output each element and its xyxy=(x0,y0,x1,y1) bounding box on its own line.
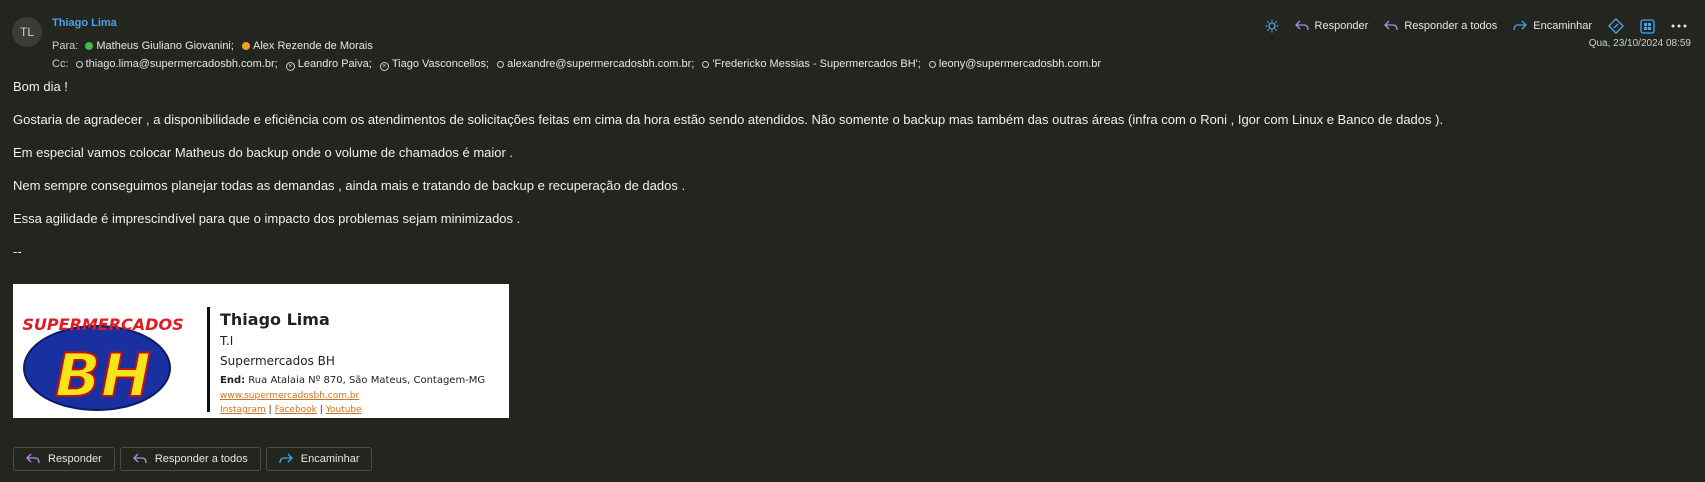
svg-text:SUPERMERCADOS: SUPERMERCADOS xyxy=(22,315,183,334)
apps-icon[interactable] xyxy=(1634,17,1661,36)
reply-icon xyxy=(1294,20,1309,31)
presence-unknown-icon xyxy=(497,61,505,68)
presence-unknown-icon xyxy=(928,61,936,68)
sender-avatar[interactable]: TL xyxy=(12,17,42,47)
cc-recipient[interactable]: 'Fredericko Messias - Supermercados BH'; xyxy=(702,58,921,70)
supermercados-bh-logo: SUPERMERCADOS BH xyxy=(22,315,183,412)
svg-text:BH: BH xyxy=(55,341,151,411)
reply-button[interactable]: Responder xyxy=(1289,18,1375,34)
to-label: Para: xyxy=(52,40,79,52)
reply-all-button[interactable]: Responder a todos xyxy=(1378,18,1503,34)
signature-website-link[interactable]: www.supermercadosbh.com.br xyxy=(220,391,359,401)
cc-recipient[interactable]: leony@supermercadosbh.com.br xyxy=(928,58,1101,70)
presence-offline-icon: × xyxy=(285,62,295,71)
forward-icon xyxy=(1513,20,1528,31)
cc-recipient[interactable]: alexandre@supermercadosbh.com.br; xyxy=(497,58,694,70)
presence-available-icon xyxy=(85,42,94,50)
more-options-icon[interactable] xyxy=(1665,22,1693,30)
signature-social-links: Instagram | Facebook | Youtube xyxy=(220,405,362,415)
signature-separator: -- xyxy=(13,244,22,259)
message-date: Qua, 23/10/2024 08:59 xyxy=(1588,38,1691,49)
body-paragraph: Gostaria de agradecer , a disponibilidad… xyxy=(13,112,1444,127)
reply-all-icon xyxy=(1384,20,1398,31)
instagram-link[interactable]: Instagram xyxy=(220,405,266,415)
sun-icon[interactable] xyxy=(1259,17,1285,35)
message-toolbar: Responder Responder a todos Encaminhar xyxy=(1259,16,1693,36)
facebook-link[interactable]: Facebook xyxy=(275,405,317,415)
forward-icon xyxy=(279,453,293,464)
cc-recipient[interactable]: × Leandro Paiva; xyxy=(285,58,372,71)
signature-address: End: Rua Atalaia Nº 870, São Mateus, Con… xyxy=(220,375,486,386)
to-line: Para: Matheus Giuliano Giovanini; Alex R… xyxy=(52,40,378,52)
cc-label: Cc: xyxy=(52,58,69,70)
reply-all-button[interactable]: Responder a todos xyxy=(119,447,261,471)
youtube-link[interactable]: Youtube xyxy=(326,405,362,415)
cc-recipient[interactable]: × Tiago Vasconcellos; xyxy=(379,58,489,71)
signature-name: Thiago Lima xyxy=(220,310,330,329)
cc-recipient[interactable]: thiago.lima@supermercadosbh.com.br; xyxy=(75,58,278,70)
signature-divider xyxy=(207,307,210,412)
reply-icon xyxy=(26,453,40,464)
forward-button[interactable]: Encaminhar xyxy=(1507,18,1598,34)
body-paragraph: Essa agilidade é imprescindível para que… xyxy=(13,211,521,226)
forward-button[interactable]: Encaminhar xyxy=(265,447,373,471)
signature-role: T.I xyxy=(220,334,234,348)
body-paragraph: Em especial vamos colocar Matheus do bac… xyxy=(13,145,514,160)
reply-all-icon xyxy=(132,453,147,464)
signature-company: Supermercados BH xyxy=(220,354,335,368)
body-paragraph: Nem sempre conseguimos planejar todas as… xyxy=(13,178,686,193)
presence-unknown-icon xyxy=(75,61,83,68)
loop-icon[interactable] xyxy=(1602,16,1630,36)
message-body: Bom dia ! Gostaria de agradecer , a disp… xyxy=(13,79,1443,277)
greeting: Bom dia ! xyxy=(13,79,68,94)
bottom-actions: Responder Responder a todos Encaminhar xyxy=(13,447,373,471)
reply-button[interactable]: Responder xyxy=(13,447,115,471)
sender-name[interactable]: Thiago Lima xyxy=(52,17,117,29)
presence-offline-icon: × xyxy=(379,62,389,71)
recipient[interactable]: Matheus Giuliano Giovanini; xyxy=(85,40,234,52)
recipient[interactable]: Alex Rezende de Morais xyxy=(242,40,373,52)
presence-away-icon xyxy=(242,42,250,50)
email-signature: SUPERMERCADOS BH Thiago Lima T.I Superme… xyxy=(13,284,509,418)
presence-unknown-icon xyxy=(702,61,710,68)
cc-line: Cc: thiago.lima@supermercadosbh.com.br; … xyxy=(52,58,1106,71)
